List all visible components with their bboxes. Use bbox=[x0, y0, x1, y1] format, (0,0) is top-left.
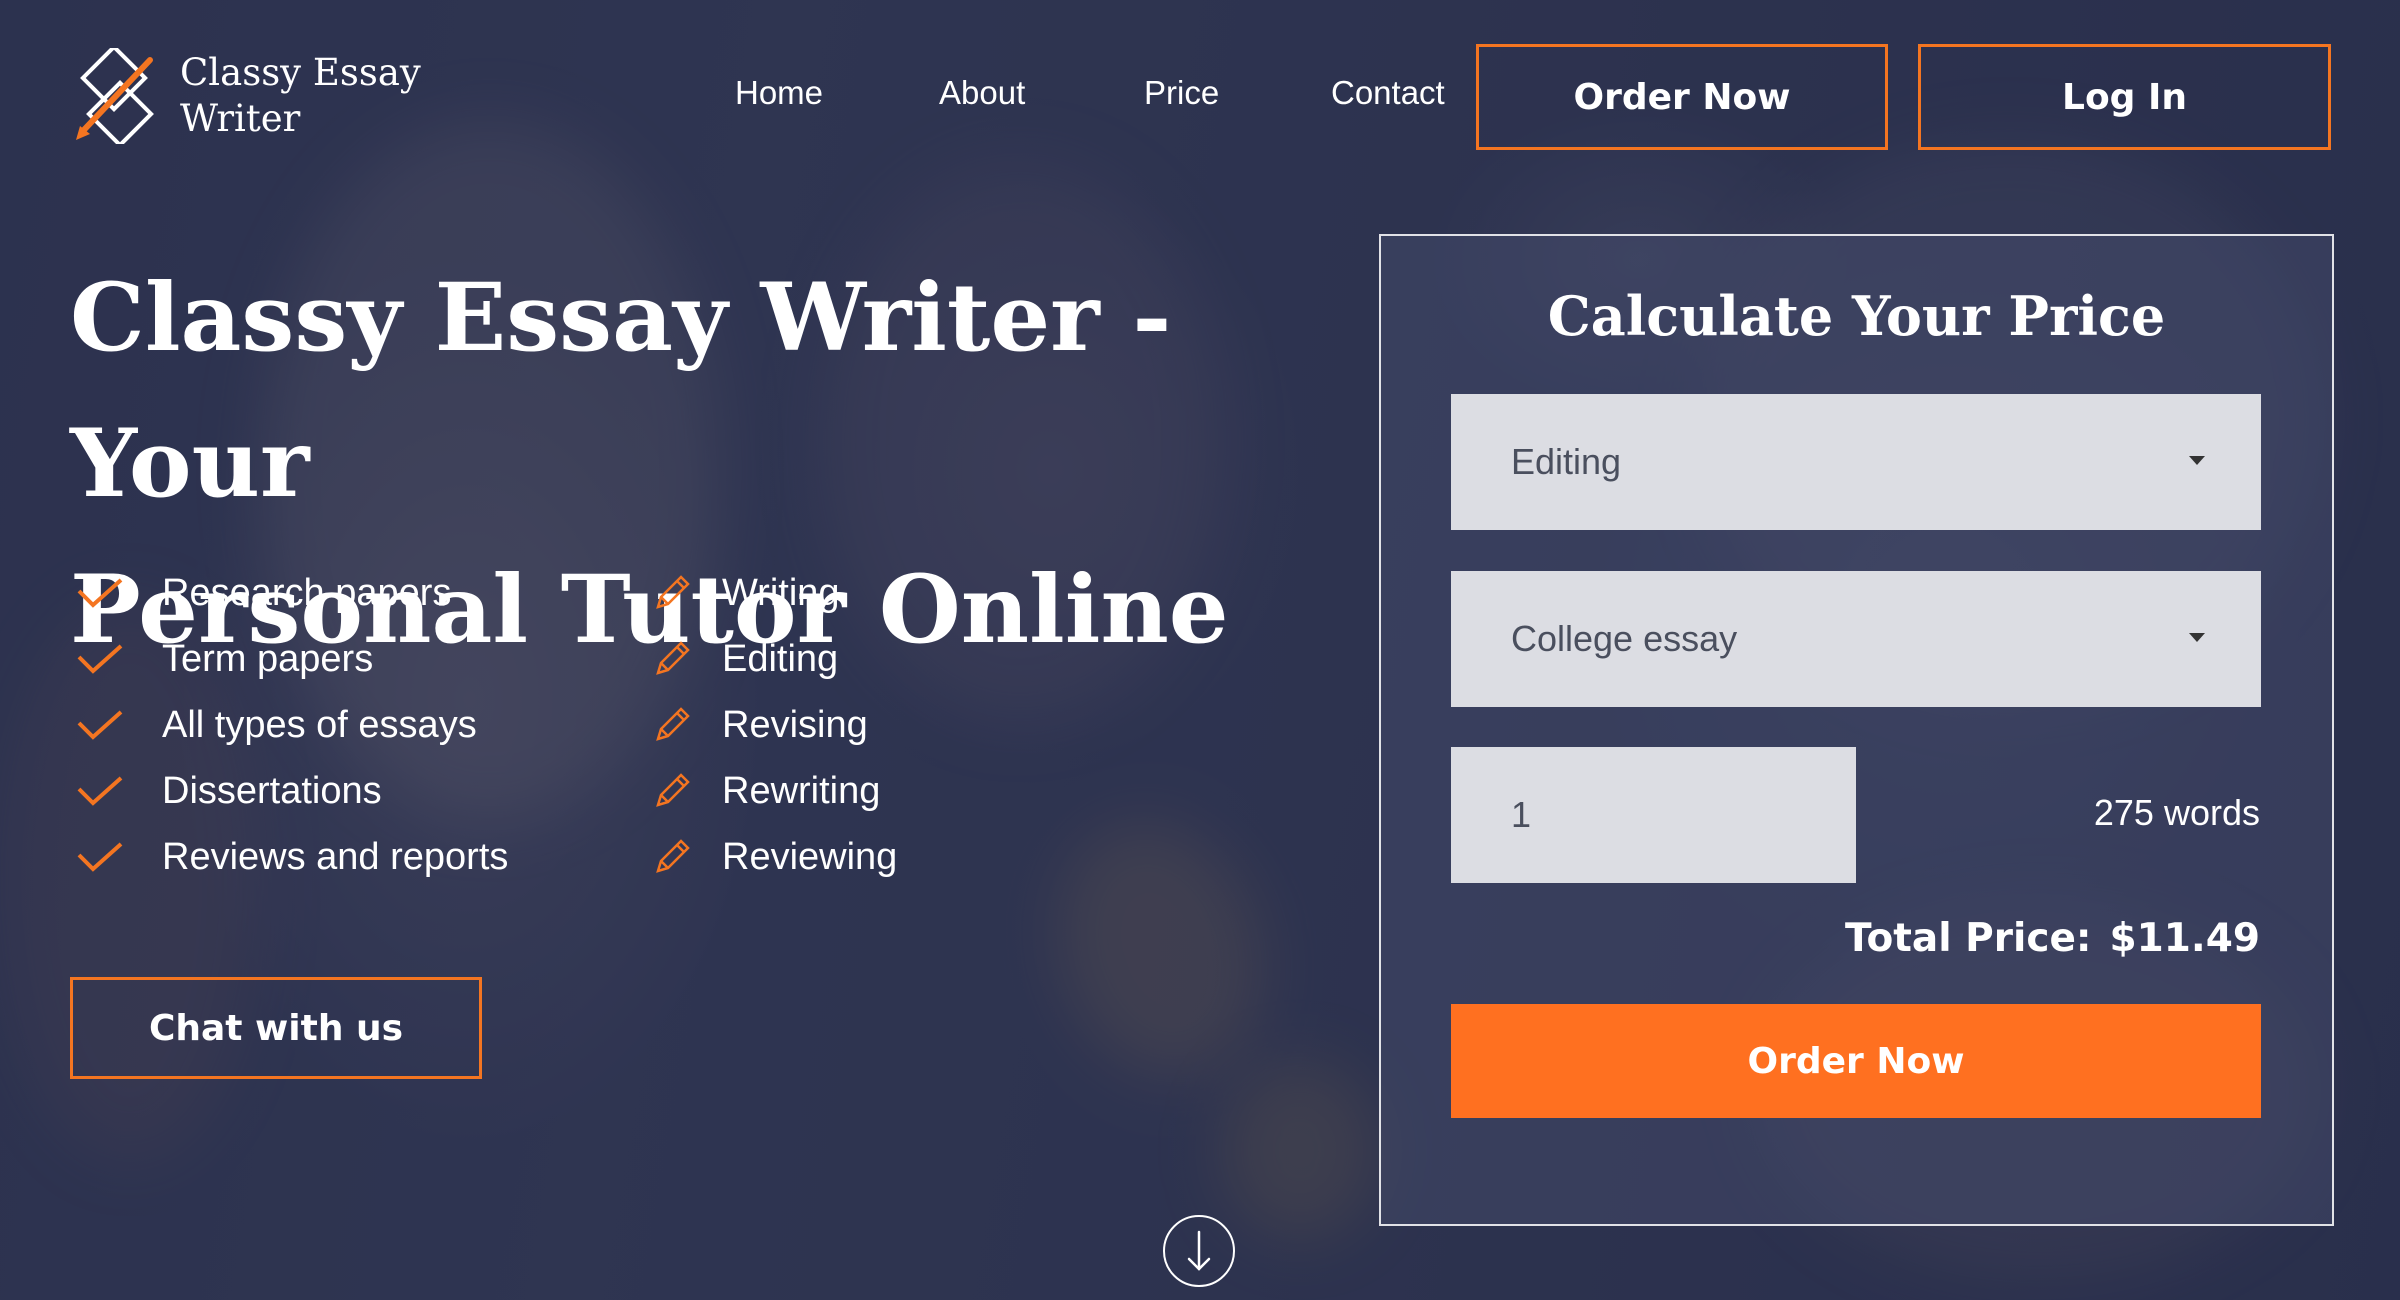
header-order-now-button[interactable]: Order Now bbox=[1476, 44, 1888, 150]
list-item: Revising bbox=[652, 692, 897, 758]
check-icon bbox=[76, 708, 162, 742]
paper-types-list: Research papers Term papers All types of… bbox=[76, 560, 508, 890]
pages-input-value: 1 bbox=[1511, 794, 1532, 835]
caret-down-icon bbox=[2189, 456, 2205, 465]
list-item: All types of essays bbox=[76, 692, 508, 758]
calculator-order-now-button[interactable]: Order Now bbox=[1451, 1004, 2261, 1118]
list-item: Research papers bbox=[76, 560, 508, 626]
login-button[interactable]: Log In bbox=[1918, 44, 2331, 150]
calculator-title: Calculate Your Price bbox=[1547, 284, 2166, 348]
price-calculator: Calculate Your Price Editing College ess… bbox=[1379, 234, 2334, 1226]
chat-with-us-button[interactable]: Chat with us bbox=[70, 977, 482, 1079]
pencil-icon bbox=[652, 705, 722, 745]
nav-price-link[interactable]: Price bbox=[1144, 74, 1219, 112]
caret-down-icon bbox=[2189, 633, 2205, 642]
paper-type-select[interactable]: College essay bbox=[1451, 571, 2261, 707]
pencil-icon bbox=[652, 837, 722, 877]
logo-text: Classy Essay Writer bbox=[180, 51, 421, 140]
list-item: Editing bbox=[652, 626, 897, 692]
list-item: Writing bbox=[652, 560, 897, 626]
service-select[interactable]: Editing bbox=[1451, 394, 2261, 530]
total-price: Total Price: $11.49 bbox=[1845, 916, 2260, 961]
list-item: Rewriting bbox=[652, 758, 897, 824]
pages-input[interactable]: 1 bbox=[1451, 747, 1856, 883]
services-list: Writing Editing Revising Rewriting Revie… bbox=[652, 560, 897, 890]
pencil-logo-icon bbox=[76, 48, 154, 144]
pencil-icon bbox=[652, 771, 722, 811]
pencil-icon bbox=[652, 573, 722, 613]
nav-home-link[interactable]: Home bbox=[735, 74, 823, 112]
list-item: Reviewing bbox=[652, 824, 897, 890]
nav-contact-link[interactable]: Contact bbox=[1331, 74, 1445, 112]
service-select-value: Editing bbox=[1511, 441, 1622, 482]
check-icon bbox=[76, 576, 162, 610]
paper-type-select-value: College essay bbox=[1511, 618, 1738, 659]
nav-about-link[interactable]: About bbox=[939, 74, 1025, 112]
list-item: Term papers bbox=[76, 626, 508, 692]
total-price-value: $11.49 bbox=[2109, 916, 2261, 961]
check-icon bbox=[76, 642, 162, 676]
total-price-label: Total Price: bbox=[1845, 916, 2092, 961]
check-icon bbox=[76, 774, 162, 808]
list-item: Dissertations bbox=[76, 758, 508, 824]
scroll-down-button[interactable] bbox=[1163, 1215, 1235, 1287]
pencil-icon bbox=[652, 639, 722, 679]
arrow-down-icon bbox=[1187, 1230, 1211, 1271]
word-count: 275 words bbox=[2093, 792, 2260, 833]
list-item: Reviews and reports bbox=[76, 824, 508, 890]
check-icon bbox=[76, 840, 162, 874]
site-logo[interactable]: Classy Essay Writer bbox=[68, 48, 421, 144]
